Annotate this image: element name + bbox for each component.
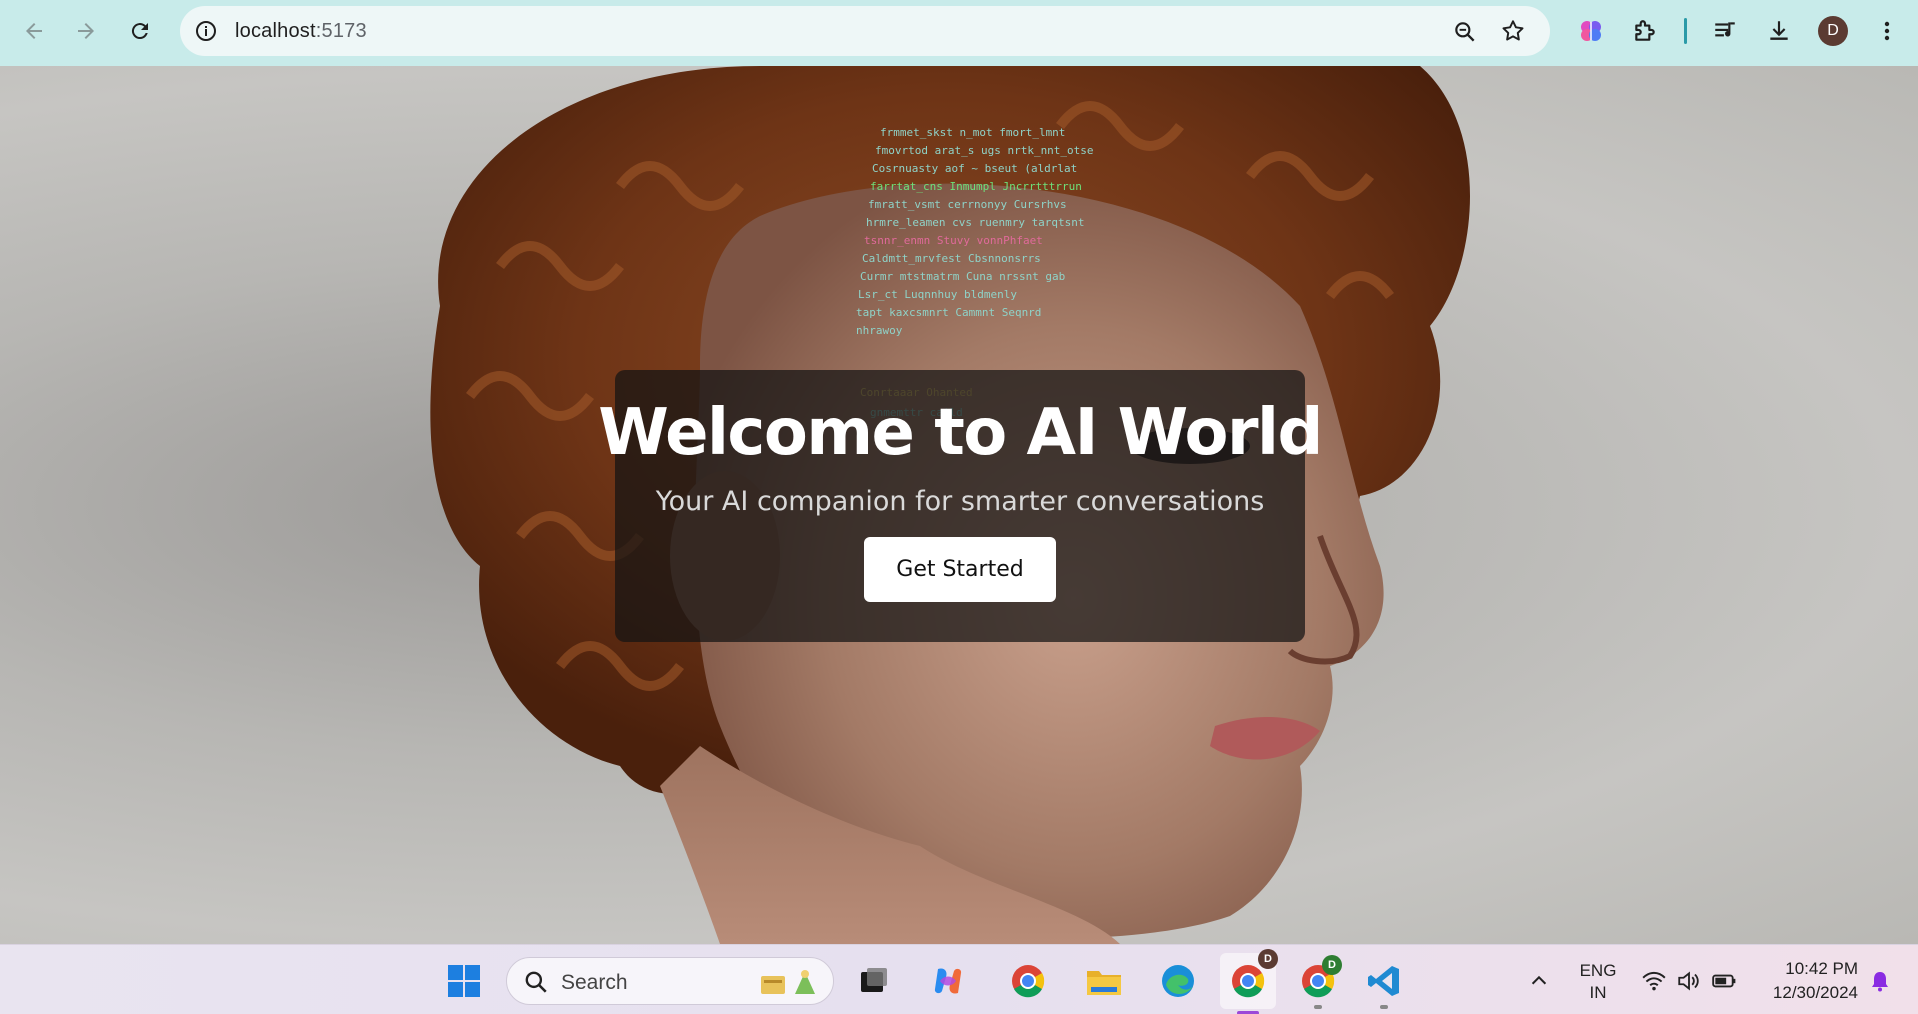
clock-date: 12/30/2024 bbox=[1772, 983, 1858, 1002]
extensions-puzzle-icon bbox=[1635, 20, 1655, 41]
svg-text:hrmre_leamen cvs ruenmry tarqt: hrmre_leamen cvs ruenmry tarqtsnt bbox=[866, 216, 1085, 229]
media-queue-button[interactable] bbox=[1710, 16, 1740, 46]
address-bar[interactable]: localhost:5173 bbox=[180, 6, 1550, 56]
taskbar: Search D D ENG IN 10:42 PM 12/30/2024 bbox=[0, 944, 1918, 1014]
zoom-icon[interactable] bbox=[1452, 19, 1478, 45]
back-button[interactable] bbox=[14, 11, 54, 51]
toolbar-divider bbox=[1684, 18, 1687, 44]
profile-badge: D bbox=[1322, 955, 1342, 975]
vscode-icon bbox=[1368, 966, 1399, 996]
chrome-icon bbox=[1012, 965, 1045, 998]
browser-toolbar: localhost:5173 D bbox=[0, 0, 1918, 66]
hero-card: Welcome to AI World Your AI companion fo… bbox=[598, 370, 1323, 642]
volume-icon bbox=[1678, 971, 1699, 991]
chevron-up-icon bbox=[1531, 975, 1547, 985]
file-explorer-icon bbox=[1087, 971, 1121, 995]
network-button[interactable] bbox=[1640, 967, 1668, 995]
input-language-indicator[interactable]: ENG IN bbox=[1576, 960, 1620, 1004]
svg-text:tapt kaxcsmnrt Cammnt Seqnrd: tapt kaxcsmnrt Cammnt Seqnrd bbox=[856, 306, 1041, 319]
chrome-taskbar-button[interactable] bbox=[1006, 959, 1050, 1003]
copilot-button[interactable] bbox=[926, 959, 970, 1003]
task-view-button[interactable] bbox=[852, 959, 896, 1003]
reload-icon bbox=[131, 23, 148, 40]
notifications-button[interactable] bbox=[1866, 967, 1894, 995]
downloads-button[interactable] bbox=[1764, 16, 1794, 46]
media-queue-icon bbox=[1715, 22, 1735, 37]
forward-arrow-icon bbox=[78, 23, 94, 39]
notification-bell-icon bbox=[1872, 972, 1888, 992]
clock-time: 10:42 PM bbox=[1785, 959, 1858, 978]
system-clock[interactable]: 10:42 PM 12/30/2024 bbox=[1758, 957, 1858, 1005]
forward-button[interactable] bbox=[66, 11, 106, 51]
profile-badge: D bbox=[1258, 949, 1278, 969]
download-icon bbox=[1770, 21, 1788, 40]
extensions-button[interactable] bbox=[1630, 16, 1660, 46]
svg-text:tsnnr_enmn Stuvy vonnPhfaet: tsnnr_enmn Stuvy vonnPhfaet bbox=[864, 234, 1043, 247]
back-arrow-icon bbox=[26, 23, 42, 39]
svg-text:farrtat_cns Inmumpl Jncrrtttrr: farrtat_cns Inmumpl Jncrrtttrrun bbox=[870, 180, 1082, 193]
url-host: localhost bbox=[235, 20, 316, 42]
browser-menu-button[interactable] bbox=[1872, 16, 1902, 46]
language-code: ENG bbox=[1579, 961, 1617, 980]
battery-button[interactable] bbox=[1710, 967, 1738, 995]
svg-text:frmmet_skst n_mot fmort_lmnt: frmmet_skst n_mot fmort_lmnt bbox=[880, 126, 1065, 139]
chrome-icon bbox=[1232, 965, 1265, 998]
battery-icon bbox=[1712, 974, 1736, 988]
page-viewport: frmmet_skst n_mot fmort_lmnt fmovrtod ar… bbox=[0, 66, 1918, 944]
taskbar-search[interactable]: Search bbox=[506, 957, 834, 1005]
copilot-icon bbox=[934, 968, 962, 994]
site-info-icon[interactable] bbox=[194, 19, 218, 43]
url-port: :5173 bbox=[315, 20, 367, 42]
more-vert-icon bbox=[1884, 21, 1890, 41]
chrome-profile-2-button[interactable]: D bbox=[1296, 955, 1342, 1009]
svg-text:Lsr_ct Luqnnhuy bldmenly: Lsr_ct Luqnnhuy bldmenly bbox=[858, 288, 1017, 301]
running-indicator bbox=[1314, 1005, 1322, 1009]
volume-button[interactable] bbox=[1675, 967, 1703, 995]
running-indicator bbox=[1380, 1005, 1388, 1009]
task-view-icon bbox=[861, 968, 887, 992]
extension-brain-button[interactable] bbox=[1576, 16, 1606, 46]
url-text[interactable]: localhost:5173 bbox=[235, 20, 367, 43]
search-icon bbox=[525, 971, 547, 993]
vscode-button[interactable] bbox=[1362, 959, 1406, 1009]
reload-button[interactable] bbox=[120, 11, 160, 51]
bookmark-star-icon[interactable] bbox=[1500, 18, 1526, 44]
edge-icon bbox=[1162, 965, 1194, 997]
svg-text:Caldmtt_mrvfest Cbsnnonsrrs: Caldmtt_mrvfest Cbsnnonsrrs bbox=[862, 252, 1041, 265]
chrome-profile-1-button[interactable]: D bbox=[1220, 949, 1278, 1014]
svg-text:fmratt_vsmt cerrnonyy Cursrh: fmratt_vsmt cerrnonyy Cursrhvs bbox=[868, 198, 1067, 211]
svg-text:Curmr mtstmatrm Cuna nrssnt g: Curmr mtstmatrm Cuna nrssnt gab bbox=[860, 270, 1065, 283]
hero-title: Welcome to AI World bbox=[598, 396, 1323, 470]
extension-brain-icon bbox=[1581, 21, 1601, 41]
svg-text:Cosrnuasty aof ~ bseut (a: Cosrnuasty aof ~ bseut (aldrlat bbox=[872, 162, 1077, 175]
windows-start-icon bbox=[448, 965, 480, 997]
svg-text:nhrawoy: nhrawoy bbox=[856, 324, 903, 337]
svg-text:fmovrtod arat_s ugs nrtk_nnt_: fmovrtod arat_s ugs nrtk_nnt_otse bbox=[875, 144, 1094, 157]
profile-avatar[interactable]: D bbox=[1818, 16, 1848, 46]
wifi-icon bbox=[1642, 971, 1666, 991]
search-placeholder: Search bbox=[561, 971, 628, 994]
start-button[interactable] bbox=[442, 959, 486, 1003]
edge-button[interactable] bbox=[1156, 959, 1200, 1003]
region-code: IN bbox=[1589, 983, 1607, 1002]
get-started-button[interactable]: Get Started bbox=[864, 537, 1056, 602]
search-highlight-illustration-icon bbox=[761, 970, 815, 994]
hero-subtitle: Your AI companion for smarter conversati… bbox=[655, 486, 1265, 517]
file-explorer-button[interactable] bbox=[1082, 959, 1126, 1003]
show-hidden-icons-button[interactable] bbox=[1525, 967, 1553, 995]
